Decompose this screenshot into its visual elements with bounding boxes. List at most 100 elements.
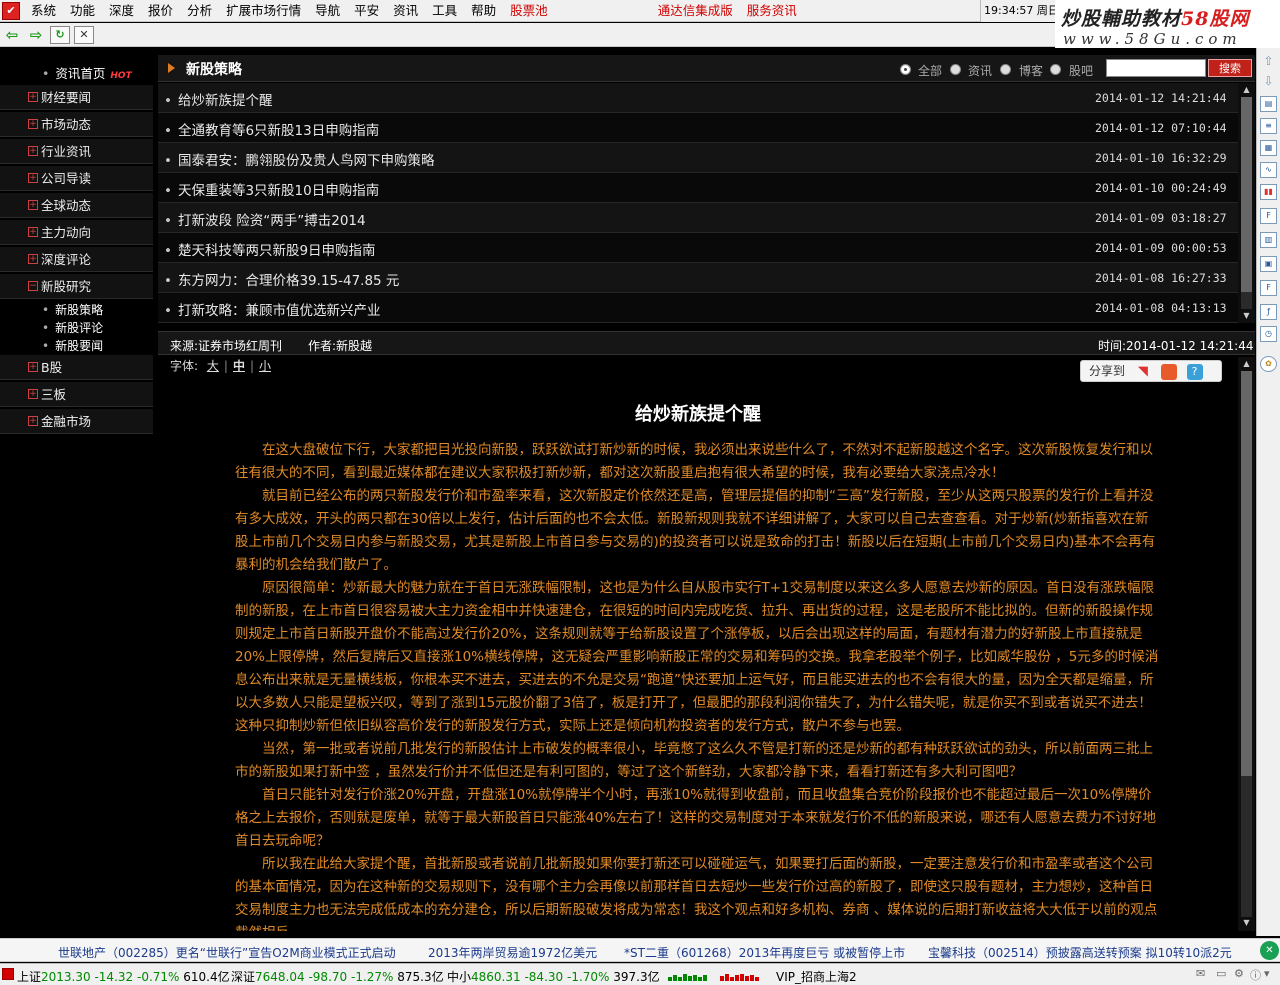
news-title[interactable]: • 打新攻略：兼顾市值优选新兴产业 bbox=[164, 299, 380, 319]
radio-forum[interactable] bbox=[1050, 64, 1061, 75]
menu-news[interactable]: 资讯 bbox=[386, 0, 425, 22]
expand-plus-icon[interactable]: + bbox=[28, 146, 38, 156]
search-input[interactable] bbox=[1106, 59, 1206, 77]
sidebar-item-company[interactable]: + 公司导读 bbox=[0, 166, 153, 191]
clock-icon[interactable]: ◷ bbox=[1260, 326, 1277, 342]
news-title[interactable]: • 打新波段 险资“两手”搏击2014 bbox=[164, 209, 366, 229]
sidebar-subitem-ipo-news[interactable]: • 新股要闻 bbox=[42, 337, 103, 354]
index-shanghai[interactable]: 上证2013.30 -14.32 -0.71% 610.4亿 bbox=[17, 968, 230, 985]
expand-plus-icon[interactable]: + bbox=[28, 389, 38, 399]
refresh-icon[interactable]: ↻ bbox=[50, 25, 70, 44]
back-arrow-icon[interactable]: ⇦ bbox=[2, 26, 22, 44]
news-title[interactable]: • 全通教育等6只新股13日申购指南 bbox=[164, 119, 379, 139]
grid-icon[interactable]: ▦ bbox=[1260, 140, 1277, 156]
index-sme[interactable]: 中小4860.31 -84.30 -1.70% 397.3亿 bbox=[447, 968, 660, 985]
sidebar-item-ipo-research[interactable]: − 新股研究 bbox=[0, 274, 153, 299]
menu-help[interactable]: 帮助 bbox=[464, 0, 503, 22]
sidebar-item-financial-market[interactable]: + 金融市场 bbox=[0, 409, 153, 434]
menu-quote[interactable]: 报价 bbox=[141, 0, 180, 22]
up-arrow-icon[interactable]: ⇧ bbox=[1260, 54, 1277, 70]
list-item[interactable]: • 东方网力：合理价格39.15-47.85 元 2014-01-08 16:27:… bbox=[158, 263, 1238, 293]
scroll-thumb[interactable] bbox=[1241, 97, 1252, 292]
fund-icon[interactable]: F bbox=[1260, 280, 1277, 296]
ticker-item[interactable]: 宝馨科技（002514）预披露高送转预案 拟10转10派2元 bbox=[928, 944, 1232, 961]
sidebar-item-global[interactable]: + 全球动态 bbox=[0, 193, 153, 218]
radio-blog[interactable] bbox=[1000, 64, 1011, 75]
table-icon[interactable]: ▥ bbox=[1260, 232, 1277, 248]
monitor-icon[interactable]: ▭ bbox=[1216, 967, 1226, 980]
menu-pingan[interactable]: 平安 bbox=[347, 0, 386, 22]
scroll-down-icon[interactable]: ▼ bbox=[1241, 310, 1252, 322]
menu-system[interactable]: 系统 bbox=[24, 0, 63, 22]
forward-arrow-icon[interactable]: ⇨ bbox=[26, 26, 46, 44]
down-arrow-icon[interactable]: ⇩ bbox=[1260, 74, 1277, 90]
close-icon[interactable]: ✕ bbox=[74, 25, 94, 44]
sidebar-subitem-ipo-strategy[interactable]: • 新股策略 bbox=[42, 301, 103, 318]
renren-icon[interactable] bbox=[1160, 363, 1177, 380]
sidebar-item-finance-news[interactable]: + 财经要闻 bbox=[0, 85, 153, 110]
search-button[interactable]: 搜索 bbox=[1208, 59, 1252, 77]
help-icon[interactable]: ? bbox=[1186, 363, 1203, 380]
scroll-thumb[interactable] bbox=[1241, 371, 1252, 776]
list-item[interactable]: • 全通教育等6只新股13日申购指南 2014-01-12 07:10:44 bbox=[158, 113, 1238, 143]
line-chart-icon[interactable]: ∿ bbox=[1260, 162, 1277, 178]
ticker-item[interactable]: 世联地产（002285）更名“世联行”宣告O2M商业模式正式启动 bbox=[58, 944, 396, 961]
list-item[interactable]: • 打新攻略：兼顾市值优选新兴产业 2014-01-08 04:13:13 bbox=[158, 293, 1238, 323]
settings-icon[interactable]: ⚙ bbox=[1234, 967, 1244, 980]
expand-plus-icon[interactable]: + bbox=[28, 200, 38, 210]
sidebar-item-deep-comment[interactable]: + 深度评论 bbox=[0, 247, 153, 272]
list-item[interactable]: • 给炒新族提个醒 2014-01-12 14:21:44 bbox=[158, 83, 1238, 113]
menu-link-tdx[interactable]: 通达信集成版 bbox=[651, 0, 740, 22]
sidebar-subitem-ipo-comment[interactable]: • 新股评论 bbox=[42, 319, 103, 336]
menu-tools[interactable]: 工具 bbox=[425, 0, 464, 22]
fund-icon[interactable]: ƒ bbox=[1260, 304, 1277, 320]
menu-navigation[interactable]: 导航 bbox=[308, 0, 347, 22]
scroll-down-icon[interactable]: ▼ bbox=[1241, 917, 1252, 929]
list-item[interactable]: • 国泰君安：鹏翎股份及贵人鸟网下申购策略 2014-01-10 16:32:29 bbox=[158, 143, 1238, 173]
ticker-item[interactable]: 2013年两岸贸易逾1972亿美元 bbox=[428, 944, 597, 961]
expand-plus-icon[interactable]: + bbox=[28, 119, 38, 129]
sidebar-item-home[interactable]: • 资讯首页 HOT bbox=[42, 63, 132, 82]
collapse-minus-icon[interactable]: − bbox=[28, 281, 38, 291]
sidebar-item-b-shares[interactable]: + B股 bbox=[0, 355, 153, 380]
font-size-large[interactable]: 大 bbox=[207, 359, 219, 373]
info-icon[interactable]: F bbox=[1260, 208, 1277, 224]
chart-icon[interactable]: ▤ bbox=[1260, 96, 1277, 112]
mail-icon[interactable]: ✉ bbox=[1196, 967, 1205, 980]
radio-news[interactable] bbox=[950, 64, 961, 75]
font-size-small[interactable]: 小 bbox=[259, 359, 271, 373]
menu-link-service[interactable]: 服务资讯 bbox=[740, 0, 804, 22]
minimize-icon[interactable]: ▾ bbox=[1264, 967, 1270, 980]
scroll-up-icon[interactable]: ▲ bbox=[1241, 358, 1252, 370]
info-icon[interactable]: ⓘ bbox=[1250, 967, 1261, 983]
news-title[interactable]: • 东方网力：合理价格39.15-47.85 元 bbox=[164, 269, 399, 289]
scroll-up-icon[interactable]: ▲ bbox=[1241, 84, 1252, 96]
expand-plus-icon[interactable]: + bbox=[28, 92, 38, 102]
expand-plus-icon[interactable]: + bbox=[28, 173, 38, 183]
bar-chart-icon[interactable]: ▮▮ bbox=[1260, 184, 1277, 200]
sidebar-item-market-news[interactable]: + 市场动态 bbox=[0, 112, 153, 137]
ticker-close-icon[interactable]: ✕ bbox=[1260, 941, 1279, 960]
font-size-medium[interactable]: 中 bbox=[233, 359, 245, 373]
gear-icon[interactable]: ✿ bbox=[1260, 356, 1277, 372]
expand-plus-icon[interactable]: + bbox=[28, 416, 38, 426]
menu-stock-pool[interactable]: 股票池 bbox=[503, 0, 555, 22]
list-item[interactable]: • 楚天科技等两只新股9日申购指南 2014-01-09 00:00:53 bbox=[158, 233, 1238, 263]
vip-server[interactable]: VIP_招商上海2 bbox=[776, 968, 857, 985]
ticker-item[interactable]: *ST二重（601268）2013年再度巨亏 或被暂停上市 bbox=[624, 944, 905, 961]
sidebar-item-third-board[interactable]: + 三板 bbox=[0, 382, 153, 407]
menu-depth[interactable]: 深度 bbox=[102, 0, 141, 22]
expand-plus-icon[interactable]: + bbox=[28, 254, 38, 264]
menu-function[interactable]: 功能 bbox=[63, 0, 102, 22]
sidebar-item-industry[interactable]: + 行业资讯 bbox=[0, 139, 153, 164]
news-list-scrollbar[interactable]: ▲ ▼ bbox=[1238, 83, 1255, 323]
menu-analysis[interactable]: 分析 bbox=[180, 0, 219, 22]
menu-extended-market[interactable]: 扩展市场行情 bbox=[219, 0, 308, 22]
news-title[interactable]: • 楚天科技等两只新股9日申购指南 bbox=[164, 239, 376, 259]
article-scrollbar[interactable]: ▲ ▼ bbox=[1238, 357, 1255, 931]
list-icon[interactable]: ≡ bbox=[1260, 118, 1277, 134]
radio-all[interactable] bbox=[900, 64, 911, 75]
sidebar-item-capital-flow[interactable]: + 主力动向 bbox=[0, 220, 153, 245]
expand-plus-icon[interactable]: + bbox=[28, 227, 38, 237]
list-item[interactable]: • 打新波段 险资“两手”搏击2014 2014-01-09 03:18:27 bbox=[158, 203, 1238, 233]
